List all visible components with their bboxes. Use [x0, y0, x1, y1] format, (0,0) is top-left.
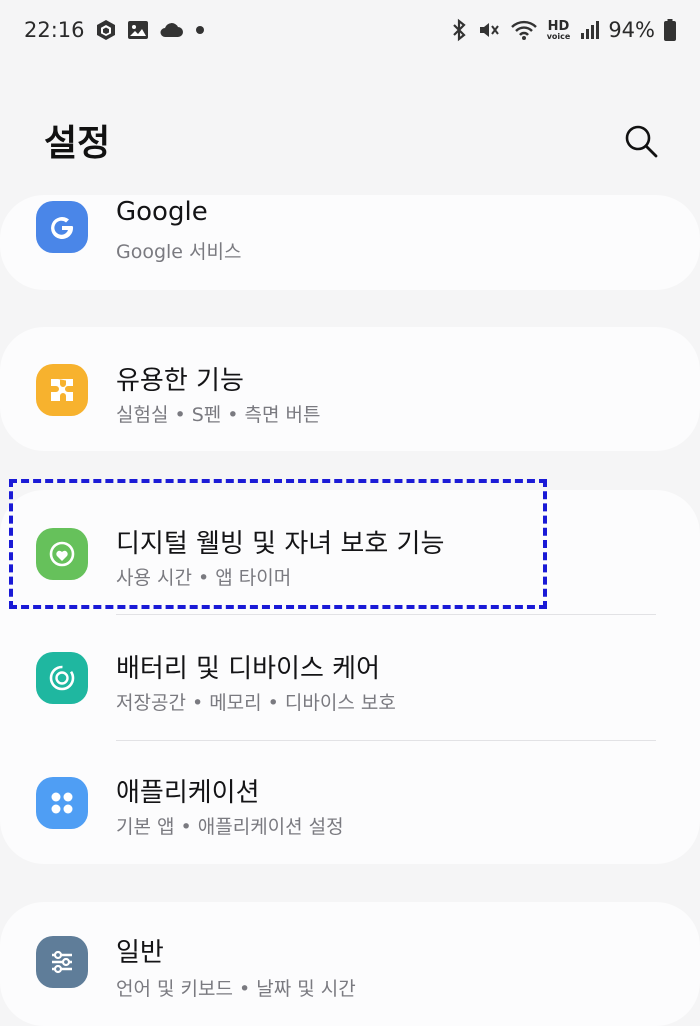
settings-item-subtitle: 저장공간 • 메모리 • 디바이스 보호: [116, 692, 396, 714]
wifi-icon: [510, 18, 538, 42]
wellbeing-icon: [36, 528, 88, 580]
settings-header: 설정: [0, 100, 700, 180]
more-notifications-dot-icon: [193, 23, 207, 37]
cloud-notification-icon: [158, 21, 184, 39]
settings-item-advanced-features[interactable]: 유용한 기능 실험실 • S펜 • 측면 버튼: [0, 327, 700, 447]
bluetooth-icon: [450, 18, 468, 42]
search-button[interactable]: [618, 118, 664, 164]
settings-item-label: 디지털 웰빙 및 자녀 보호 기능: [116, 529, 445, 559]
settings-item-subtitle: 사용 시간 • 앱 타이머: [116, 567, 292, 589]
apps-icon: [36, 777, 88, 829]
settings-item-digital-wellbeing[interactable]: 디지털 웰빙 및 자녀 보호 기능 사용 시간 • 앱 타이머: [0, 490, 700, 610]
status-bar: 22:16 HD voice 94%: [0, 0, 700, 60]
settings-item-subtitle: Google 서비스: [116, 241, 242, 263]
settings-card-google: Google Google 서비스: [0, 195, 700, 290]
battery-percent: 94%: [608, 18, 655, 42]
puzzle-icon: [36, 364, 88, 416]
settings-item-label: 일반: [116, 938, 164, 968]
settings-card-wellbeing-group: 디지털 웰빙 및 자녀 보호 기능 사용 시간 • 앱 타이머 배터리 및 디바…: [0, 490, 700, 864]
device-care-icon: [36, 652, 88, 704]
settings-item-subtitle: 기본 앱 • 애플리케이션 설정: [116, 816, 344, 838]
battery-icon: [664, 19, 676, 41]
sliders-icon: [36, 936, 88, 988]
settings-item-applications[interactable]: 애플리케이션 기본 앱 • 애플리케이션 설정: [0, 741, 700, 861]
settings-item-label: 배터리 및 디바이스 케어: [116, 654, 380, 684]
settings-item-label: 애플리케이션: [116, 778, 260, 808]
settings-item-label: 유용한 기능: [116, 366, 244, 396]
settings-item-general[interactable]: 일반 언어 및 키보드 • 날짜 및 시간: [0, 902, 700, 1022]
hd-voice-icon: HD voice: [546, 18, 571, 41]
settings-item-label: Google: [116, 197, 208, 227]
status-time: 22:16: [24, 18, 85, 42]
signal-icon: [579, 20, 600, 40]
google-icon: [36, 201, 88, 253]
search-icon: [625, 125, 658, 158]
gallery-notification-icon: [127, 19, 149, 41]
settings-card-advanced: 유용한 기능 실험실 • S펜 • 측면 버튼: [0, 327, 700, 451]
cube-notification-icon: [94, 18, 118, 42]
mute-icon: [477, 18, 501, 42]
settings-item-device-care[interactable]: 배터리 및 디바이스 케어 저장공간 • 메모리 • 디바이스 보호: [0, 615, 700, 735]
settings-item-subtitle: 실험실 • S펜 • 측면 버튼: [116, 404, 321, 426]
page-title: 설정: [44, 123, 111, 164]
settings-item-google[interactable]: Google Google 서비스: [0, 195, 700, 290]
settings-item-subtitle: 언어 및 키보드 • 날짜 및 시간: [116, 978, 356, 1000]
settings-card-general: 일반 언어 및 키보드 • 날짜 및 시간: [0, 902, 700, 1026]
